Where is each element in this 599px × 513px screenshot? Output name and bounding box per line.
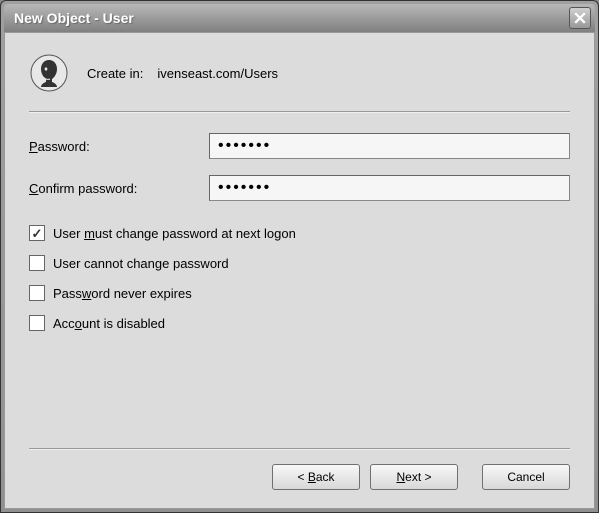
window-title: New Object - User <box>14 10 134 26</box>
never-expires-checkbox[interactable] <box>29 285 45 301</box>
confirm-password-row: Confirm password: <box>29 175 570 201</box>
password-row: Password: <box>29 133 570 159</box>
header-row: Create in: ivenseast.com/Users <box>29 53 570 93</box>
cannot-change-label: User cannot change password <box>53 256 229 271</box>
cannot-change-checkbox[interactable] <box>29 255 45 271</box>
password-input[interactable] <box>209 133 570 159</box>
button-divider <box>29 448 570 450</box>
close-button[interactable] <box>569 7 591 29</box>
create-in-row: Create in: ivenseast.com/Users <box>87 66 278 81</box>
confirm-password-label: Confirm password: <box>29 181 209 196</box>
cancel-button[interactable]: Cancel <box>482 464 570 490</box>
titlebar: New Object - User <box>4 4 595 32</box>
account-disabled-row: Account is disabled <box>29 315 570 331</box>
never-expires-label: Password never expires <box>53 286 192 301</box>
button-row: < Back Next > Cancel <box>29 464 570 490</box>
dialog-window: New Object - User Create in: ivenseast.c… <box>0 0 599 513</box>
cannot-change-row: User cannot change password <box>29 255 570 271</box>
create-in-path: ivenseast.com/Users <box>157 66 278 81</box>
confirm-password-input[interactable] <box>209 175 570 201</box>
create-in-label: Create in: <box>87 66 143 81</box>
must-change-checkbox[interactable] <box>29 225 45 241</box>
back-button[interactable]: < Back <box>272 464 360 490</box>
divider <box>29 111 570 113</box>
dialog-content: Create in: ivenseast.com/Users Password:… <box>4 32 595 509</box>
account-disabled-label: Account is disabled <box>53 316 165 331</box>
account-disabled-checkbox[interactable] <box>29 315 45 331</box>
must-change-label: User must change password at next logon <box>53 226 296 241</box>
password-label: Password: <box>29 139 209 154</box>
user-head-icon <box>29 53 69 93</box>
next-button[interactable]: Next > <box>370 464 458 490</box>
never-expires-row: Password never expires <box>29 285 570 301</box>
must-change-row: User must change password at next logon <box>29 225 570 241</box>
close-icon <box>574 12 586 24</box>
